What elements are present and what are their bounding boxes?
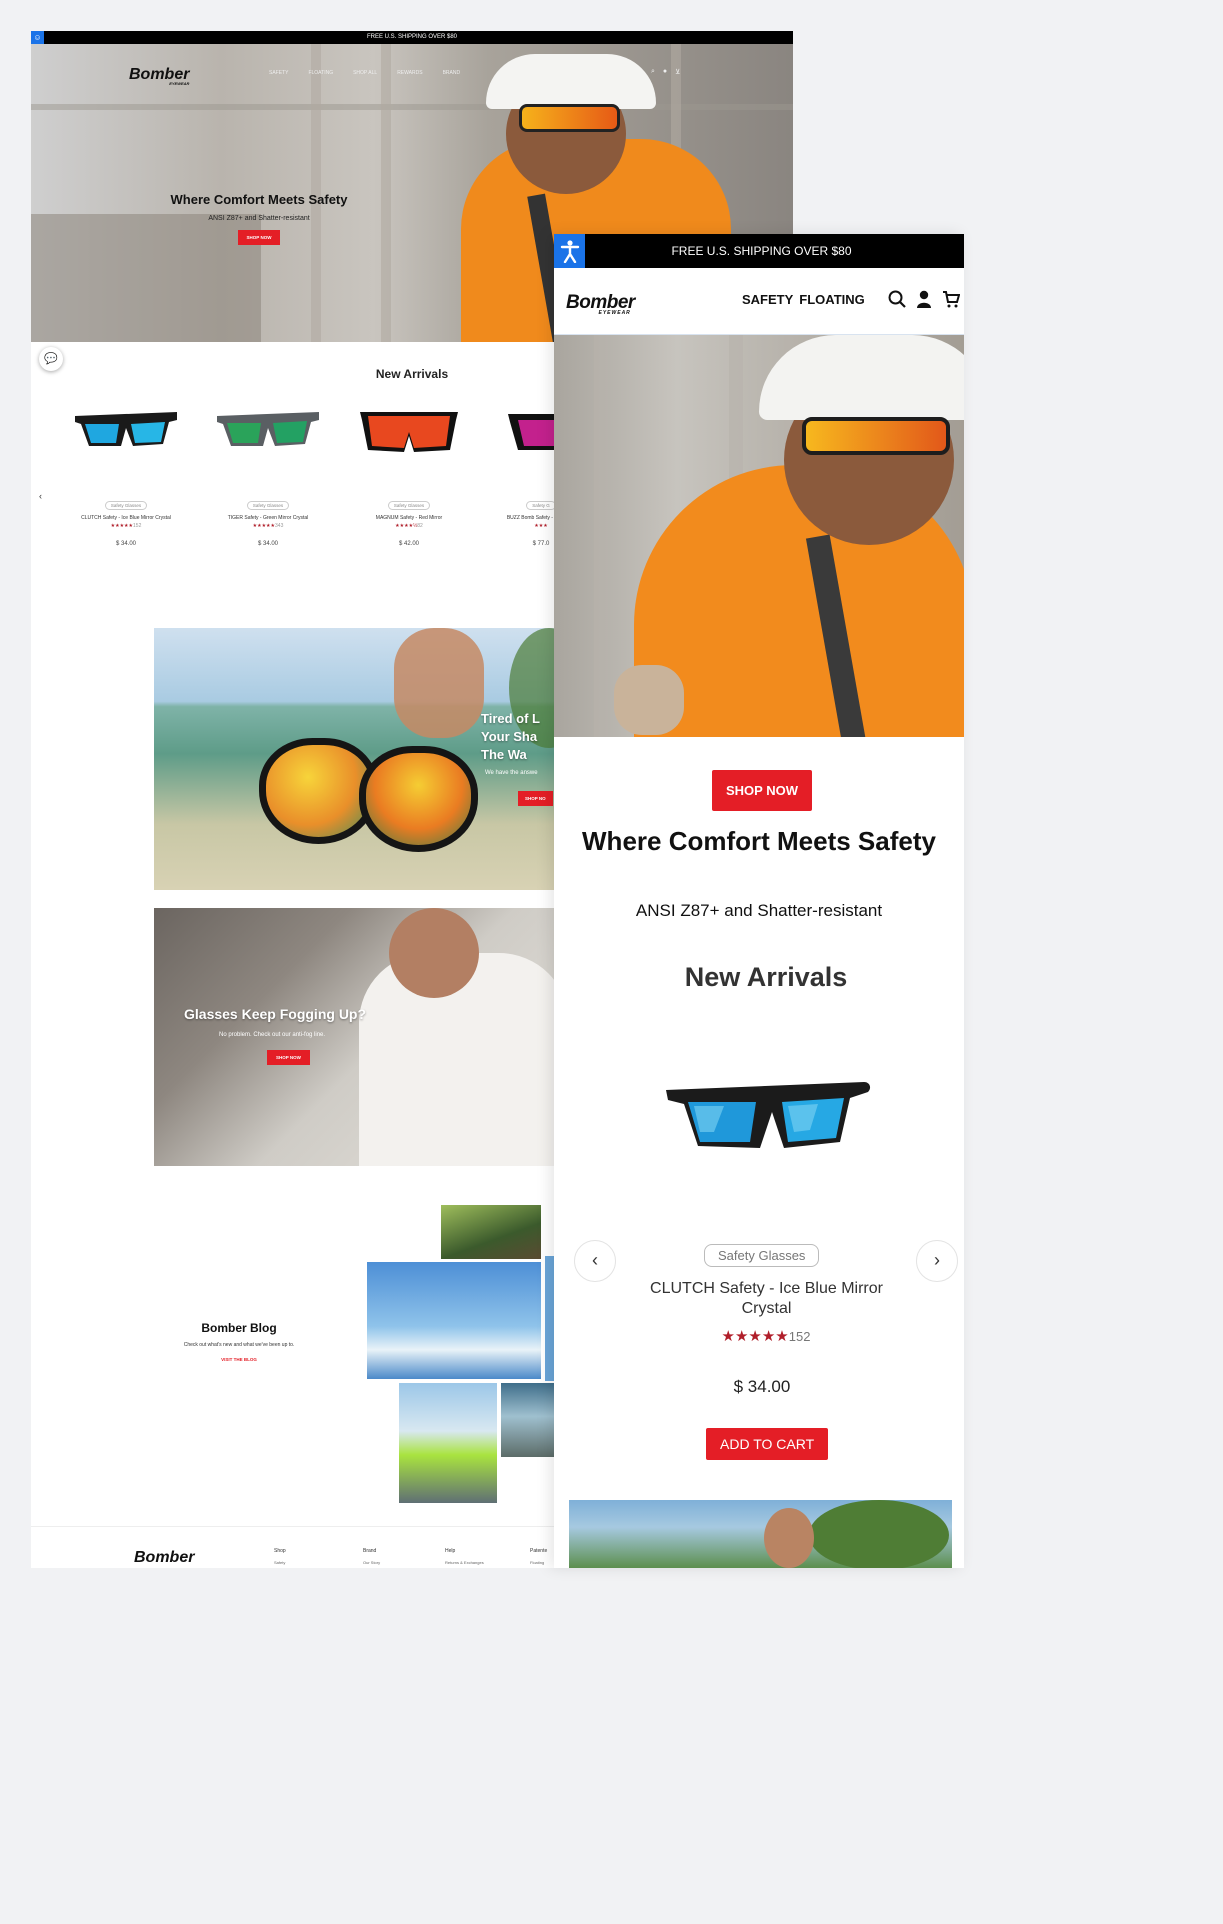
footer-column: Shop Safety <box>274 1546 286 1568</box>
mobile-header: Bomber EYEWEAR SAFETY FLOATING <box>554 268 964 335</box>
footer-link[interactable]: Returns & Exchanges <box>445 1557 484 1568</box>
product-price: $ 34.00 <box>257 541 279 547</box>
blog-section: Bomber Blog Check out what's new and wha… <box>154 1321 324 1362</box>
product-tag: Safety Glasses <box>704 1244 820 1267</box>
accessibility-icon[interactable]: ☺ <box>31 31 44 44</box>
carousel-prev-button[interactable]: ‹ <box>39 491 42 501</box>
product-rating: ★★★★★343 <box>252 523 284 529</box>
nav-item-brand[interactable]: BRAND <box>443 70 461 76</box>
account-icon[interactable]: ● <box>663 68 667 76</box>
star-icons: ★★★★★ <box>721 1328 789 1345</box>
brand-logo[interactable]: Bomber EYEWEAR <box>566 292 635 316</box>
banner-title: Glasses Keep Fogging Up? <box>184 1006 367 1022</box>
carousel-next-button[interactable]: › <box>916 1240 958 1282</box>
nav-item-rewards[interactable]: REWARDS <box>397 70 422 76</box>
footer-logo[interactable]: Bomber <box>134 1549 194 1567</box>
banner-title: Tired of L Your Sha The Wa <box>481 711 540 762</box>
product-price: $ 34.00 <box>115 541 137 547</box>
new-arrivals-heading: New Arrivals <box>684 962 848 992</box>
product-price: $ 42.00 <box>398 541 420 547</box>
shop-now-button[interactable]: SHOP NOW <box>237 230 281 245</box>
product-tag: Safety G <box>526 501 556 510</box>
review-count: 152 <box>788 1329 811 1344</box>
blog-photo[interactable] <box>501 1383 555 1457</box>
product-image <box>75 412 177 446</box>
product-name[interactable]: TIGER Safety - Green Mirror Crystal <box>203 515 333 521</box>
product-price: $ 34.00 <box>733 1377 791 1396</box>
footer-link[interactable]: Floating <box>530 1557 547 1568</box>
product-card[interactable]: Safety Glasses MAGNUM Safety - Red Mirro… <box>344 406 474 547</box>
account-icon[interactable] <box>916 290 932 308</box>
banner-subtitle: We have the answe <box>485 770 538 776</box>
product-rating: ★★★★½82 <box>395 523 423 529</box>
visit-blog-link[interactable]: VISIT THE BLOG <box>154 1357 324 1362</box>
product-image <box>360 412 458 452</box>
footer-column: Brand Our Story <box>363 1546 380 1568</box>
floating-banner[interactable]: Tired of L Your Sha The Wa We have the a… <box>154 628 554 890</box>
product-card[interactable]: Safety Glasses TIGER Safety - Green Mirr… <box>203 406 333 547</box>
cart-icon[interactable] <box>942 290 960 308</box>
banner-subtitle: No problem. Check out our anti-fog line. <box>219 1032 326 1038</box>
blog-subtitle: Check out what's new and what we've been… <box>183 1342 295 1348</box>
mobile-preview: FREE U.S. SHIPPING OVER $80 Bomber EYEWE… <box>554 234 964 1568</box>
main-nav: SAFETY FLOATING SHOP ALL REWARDS BRAND <box>269 70 460 76</box>
cart-icon[interactable]: ⊻ <box>675 68 680 76</box>
shop-now-button[interactable]: SHOP NO <box>518 791 553 806</box>
blog-photo[interactable] <box>367 1262 541 1379</box>
hero-title: Where Comfort Meets Safety <box>170 192 348 207</box>
hero-title: Where Comfort Meets Safety <box>582 826 936 856</box>
nav-item-safety[interactable]: SAFETY <box>269 70 288 76</box>
footer-link[interactable]: Our Story <box>363 1557 380 1568</box>
product-name[interactable]: MAGNUM Safety - Red Mirror <box>344 515 474 521</box>
search-icon[interactable] <box>888 290 906 308</box>
hero-image <box>554 335 964 737</box>
product-tag: Safety Glasses <box>104 501 148 510</box>
footer-link[interactable]: Safety <box>274 1557 286 1568</box>
product-tag: Safety Glasses <box>387 501 431 510</box>
product-name[interactable]: CLUTCH Safety - Ice Blue Mirror Crystal <box>61 515 191 521</box>
hero-text: Where Comfort Meets Safety ANSI Z87+ and… <box>129 192 389 245</box>
nav-item-shop-all[interactable]: SHOP ALL <box>353 70 377 76</box>
hero-subtitle: ANSI Z87+ and Shatter-resistant <box>208 215 310 222</box>
carousel-prev-button[interactable]: ‹ <box>574 1240 616 1282</box>
blog-photo[interactable] <box>441 1205 541 1259</box>
product-name[interactable]: CLUTCH Safety - Ice Blue Mirror Crystal <box>629 1279 904 1319</box>
product-rating: ★★★★★152 <box>554 1327 964 1345</box>
accessibility-icon[interactable] <box>554 234 585 268</box>
announcement-text: FREE U.S. SHIPPING OVER $80 <box>366 34 458 40</box>
product-card[interactable]: Safety Glasses CLUTCH Safety - Ice Blue … <box>61 406 191 547</box>
header-icons: ⌕ ● ⊻ <box>651 68 680 76</box>
shop-now-button[interactable]: SHOP NOW <box>267 1050 310 1065</box>
product-tag: Safety Glasses <box>246 501 290 510</box>
shop-now-button[interactable]: SHOP NOW <box>712 770 812 811</box>
product-rating: ★★★★★152 <box>110 523 142 529</box>
hero-subtitle: ANSI Z87+ and Shatter-resistant <box>635 901 883 920</box>
main-nav: SAFETY FLOATING <box>742 292 865 307</box>
blog-photo[interactable] <box>399 1383 497 1503</box>
footer-column: Patente Floating <box>530 1546 547 1568</box>
anti-fog-banner[interactable]: Glasses Keep Fogging Up? No problem. Che… <box>154 908 554 1166</box>
search-icon[interactable]: ⌕ <box>651 68 655 76</box>
announcement-bar: FREE U.S. SHIPPING OVER $80 <box>554 234 964 268</box>
announcement-bar: FREE U.S. SHIPPING OVER $80 <box>31 31 793 44</box>
footer-column: Help Returns & Exchanges <box>445 1546 484 1568</box>
nav-item-floating[interactable]: FLOATING <box>308 70 333 76</box>
header-icons <box>888 290 960 308</box>
blog-title: Bomber Blog <box>201 1321 277 1335</box>
product-image[interactable] <box>664 1072 874 1162</box>
nav-item-floating[interactable]: FLOATING <box>799 292 864 307</box>
floating-banner-preview[interactable] <box>569 1500 952 1568</box>
product-image <box>217 412 319 446</box>
add-to-cart-button[interactable]: ADD TO CART <box>706 1428 829 1460</box>
brand-logo[interactable]: Bomber EYEWEAR <box>129 66 189 86</box>
nav-item-safety[interactable]: SAFETY <box>742 292 793 307</box>
announcement-text: FREE U.S. SHIPPING OVER $80 <box>671 244 852 258</box>
